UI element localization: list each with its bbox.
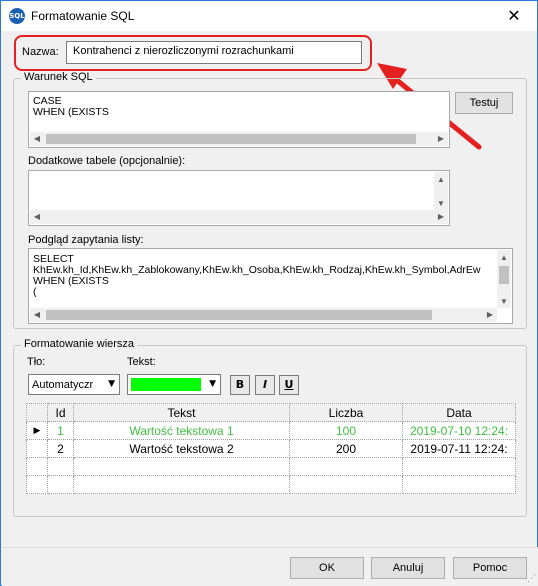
- column-header-id[interactable]: Id: [47, 403, 74, 422]
- cell-tekst[interactable]: Wartość tekstowa 2: [73, 439, 290, 458]
- chevron-down-icon: ▼: [209, 379, 216, 389]
- scrollbar-thumb[interactable]: [46, 134, 416, 144]
- cell-data[interactable]: 2019-07-10 12:24:: [402, 421, 516, 440]
- scroll-down-icon[interactable]: ▼: [497, 296, 511, 307]
- vertical-scrollbar[interactable]: ▲ ▼: [434, 172, 448, 210]
- podglad-textarea[interactable]: SELECT KhEw.kh_Id,KhEw.kh_Zablokowany,Kh…: [28, 248, 513, 324]
- tekst-color-select[interactable]: ▼: [127, 374, 221, 395]
- grid-header-row: Id Tekst Liczba Data: [26, 403, 516, 422]
- warunek-sql-title: Warunek SQL: [21, 71, 96, 83]
- scroll-left-icon[interactable]: ◀: [30, 309, 44, 320]
- ok-button[interactable]: OK: [290, 557, 364, 579]
- vertical-scrollbar[interactable]: ▲ ▼: [497, 250, 511, 308]
- scrollbar-thumb[interactable]: [46, 310, 432, 320]
- underline-button[interactable]: U: [279, 375, 299, 395]
- scroll-up-icon[interactable]: ▲: [434, 174, 448, 185]
- cell-data[interactable]: 2019-07-11 12:24:: [402, 439, 516, 458]
- dodatkowe-tabele-label: Dodatkowe tabele (opcjonalnie):: [28, 155, 186, 167]
- resize-grip-icon[interactable]: ⋰: [527, 574, 536, 584]
- anuluj-button[interactable]: Anuluj: [371, 557, 445, 579]
- scrollbar-thumb[interactable]: [499, 266, 509, 284]
- cell-liczba[interactable]: 100: [289, 421, 403, 440]
- cell-liczba[interactable]: 200: [289, 439, 403, 458]
- preview-grid[interactable]: Id Tekst Liczba Data ▶ 1 Wartość tekstow…: [26, 403, 516, 494]
- empty-row: [26, 457, 516, 476]
- title-bar: SQL Formatowanie SQL ✕: [1, 1, 537, 31]
- dialog-window: SQL Formatowanie SQL ✕ Nazwa: Kontrahenc…: [0, 0, 538, 586]
- column-header-liczba[interactable]: Liczba: [289, 403, 403, 422]
- empty-row: [26, 475, 516, 494]
- table-row[interactable]: 2 Wartość tekstowa 2 200 2019-07-11 12:2…: [26, 439, 516, 458]
- dodatkowe-tabele-textarea[interactable]: ▲ ▼ ◀ ▶: [28, 170, 450, 226]
- tlo-select-value: Automatyczr: [32, 379, 94, 391]
- cell-id[interactable]: 1: [47, 421, 74, 440]
- scroll-down-icon[interactable]: ▼: [434, 198, 448, 209]
- scroll-left-icon[interactable]: ◀: [30, 211, 44, 222]
- tlo-label: Tło:: [27, 356, 46, 368]
- horizontal-scrollbar[interactable]: ◀ ▶: [30, 308, 497, 322]
- scroll-right-icon[interactable]: ▶: [483, 309, 497, 320]
- scroll-up-icon[interactable]: ▲: [497, 252, 511, 263]
- warunek-sql-text: CASE WHEN (EXISTS: [33, 95, 109, 118]
- horizontal-scrollbar[interactable]: ◀ ▶: [30, 132, 448, 146]
- cell-id[interactable]: 2: [47, 439, 74, 458]
- grid-indicator-header: [26, 403, 48, 422]
- color-swatch: [131, 378, 201, 391]
- warunek-sql-textarea[interactable]: CASE WHEN (EXISTS ◀ ▶: [28, 91, 450, 148]
- chevron-down-icon: ▼: [108, 379, 115, 389]
- close-icon[interactable]: ✕: [491, 1, 537, 31]
- highlight-annotation: [14, 35, 372, 71]
- podglad-label: Podgląd zapytania listy:: [28, 234, 144, 246]
- pomoc-button[interactable]: Pomoc: [453, 557, 527, 579]
- window-title: Formatowanie SQL: [31, 9, 135, 23]
- tekst-label: Tekst:: [127, 356, 156, 368]
- horizontal-scrollbar[interactable]: ◀ ▶: [30, 210, 448, 224]
- column-header-tekst[interactable]: Tekst: [73, 403, 290, 422]
- bold-button[interactable]: B: [230, 375, 250, 395]
- scroll-right-icon[interactable]: ▶: [434, 133, 448, 144]
- column-header-data[interactable]: Data: [402, 403, 516, 422]
- italic-button[interactable]: I: [255, 375, 275, 395]
- tlo-select[interactable]: Automatyczr ▼: [28, 374, 120, 395]
- button-bar: OK Anuluj Pomoc ⋰: [2, 547, 538, 586]
- formatowanie-wiersza-title: Formatowanie wiersza: [21, 338, 138, 350]
- app-icon: SQL: [9, 8, 25, 24]
- cell-tekst[interactable]: Wartość tekstowa 1: [73, 421, 290, 440]
- current-row-icon: ▶: [26, 421, 48, 440]
- testuj-button[interactable]: Testuj: [455, 92, 513, 114]
- podglad-text: SELECT KhEw.kh_Id,KhEw.kh_Zablokowany,Kh…: [33, 253, 481, 298]
- row-indicator: [26, 439, 48, 458]
- scroll-right-icon[interactable]: ▶: [434, 211, 448, 222]
- scroll-left-icon[interactable]: ◀: [30, 133, 44, 144]
- table-row[interactable]: ▶ 1 Wartość tekstowa 1 100 2019-07-10 12…: [26, 421, 516, 440]
